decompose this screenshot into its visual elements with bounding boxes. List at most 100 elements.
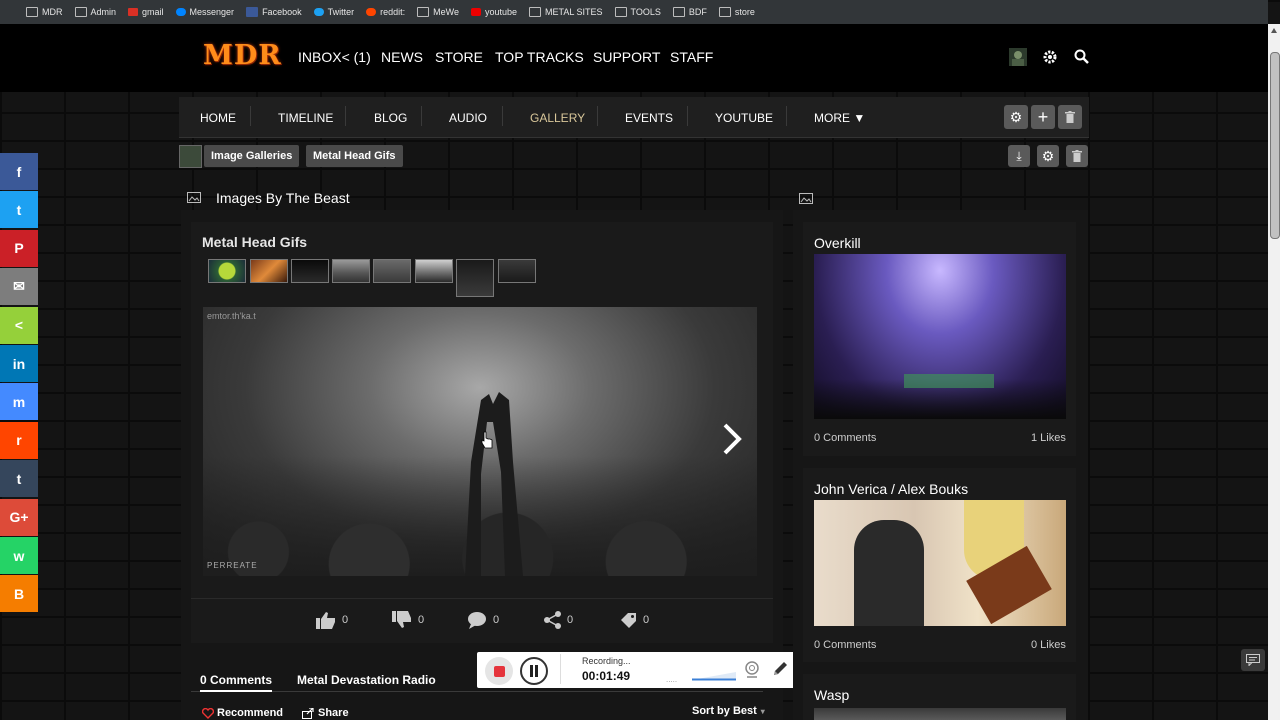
share-blogger-button[interactable]: B <box>0 575 38 613</box>
card-image[interactable] <box>814 708 1066 720</box>
reddit-icon <box>366 8 377 16</box>
subnav-home[interactable]: HOME <box>200 111 236 125</box>
bookmark-gmail[interactable]: gmail <box>128 7 164 17</box>
share-whatsapp-button[interactable]: w <box>0 537 38 574</box>
tumblr-icon: t <box>16 470 22 487</box>
share-linkedin-button[interactable]: in <box>0 345 38 382</box>
chat-button[interactable] <box>1241 649 1265 671</box>
comment-button[interactable]: 0 <box>467 611 499 629</box>
bookmark-admin[interactable]: Admin <box>74 7 116 17</box>
gallery-thumbnail[interactable] <box>498 259 536 283</box>
volume-slider[interactable] <box>692 668 736 681</box>
nav-inbox[interactable]: INBOX< (1) <box>298 49 371 65</box>
nav-news[interactable]: NEWS <box>381 49 423 65</box>
subnav-blog[interactable]: BLOG <box>374 111 407 125</box>
dislike-button[interactable]: 0 <box>392 611 424 629</box>
tag-button[interactable]: 0 <box>619 611 649 629</box>
facebook-icon <box>246 7 259 17</box>
recommend-button[interactable]: Recommend <box>202 707 283 719</box>
share-email-button[interactable]: ✉ <box>0 268 38 306</box>
gallery-owner-avatar[interactable] <box>179 145 202 168</box>
scrollbar-thumb[interactable] <box>1270 52 1280 239</box>
nav-add-button[interactable]: + <box>1031 105 1055 129</box>
nav-support[interactable]: SUPPORT <box>593 49 660 65</box>
subnav-events[interactable]: EVENTS <box>625 111 673 125</box>
card-image[interactable] <box>814 500 1066 626</box>
pause-recording-button[interactable] <box>520 657 548 685</box>
bookmark-youtube[interactable]: youtube <box>470 7 517 17</box>
gallery-thumbnail[interactable] <box>415 259 453 283</box>
twitter-icon: t <box>16 201 22 218</box>
gallery-thumbnail[interactable] <box>250 259 288 283</box>
share-facebook-button[interactable]: f <box>0 153 38 190</box>
share-twitter-button[interactable]: t <box>0 191 38 229</box>
card-title[interactable]: Overkill <box>814 235 861 251</box>
share-reddit-button[interactable]: r <box>0 421 38 459</box>
card-image[interactable] <box>814 254 1066 419</box>
nav-staff[interactable]: STAFF <box>670 49 713 65</box>
folder-icon <box>614 7 627 17</box>
share-tumblr-button[interactable]: t <box>0 460 38 498</box>
tab-comments[interactable]: 0 Comments <box>200 673 272 687</box>
subnav-timeline[interactable]: TIMELINE <box>278 111 333 125</box>
gallery-delete-button[interactable] <box>1066 145 1088 167</box>
nav-settings-button[interactable]: ⚙ <box>1004 105 1028 129</box>
card-title[interactable]: John Verica / Alex Bouks <box>814 481 968 497</box>
download-button[interactable]: ⤓ <box>1008 145 1030 167</box>
tab-community[interactable]: Metal Devastation Radio <box>297 673 436 687</box>
share-sharethis-button[interactable]: < <box>0 306 38 344</box>
share-messenger-button[interactable]: m <box>0 383 38 421</box>
sharethis-icon: < <box>14 317 24 334</box>
breadcrumb-metal-head-gifs[interactable]: Metal Head Gifs <box>306 145 403 167</box>
subnav-youtube[interactable]: YOUTUBE <box>715 111 773 125</box>
card-title[interactable]: Wasp <box>814 687 849 703</box>
subnav-more[interactable]: MORE ▼ <box>814 111 865 125</box>
subnav-gallery[interactable]: GALLERY <box>530 111 585 125</box>
settings-gear-button[interactable] <box>1041 48 1059 66</box>
gallery-thumbnail[interactable] <box>208 259 246 283</box>
gear-icon: ⚙ <box>1041 147 1055 164</box>
annotate-pen-button[interactable] <box>771 660 789 678</box>
share-count-button[interactable]: 0 <box>543 611 573 629</box>
gallery-thumbnail-selected[interactable] <box>456 259 494 297</box>
sort-dropdown[interactable]: Sort by Best ▾ <box>692 705 765 717</box>
webcam-button[interactable] <box>743 660 761 678</box>
search-button[interactable] <box>1073 48 1091 66</box>
bookmark-reddit[interactable]: reddit: <box>366 7 405 17</box>
bookmark-bdf[interactable]: BDF <box>672 7 707 17</box>
breadcrumb-image-galleries[interactable]: Image Galleries <box>204 145 300 167</box>
chevron-down-icon: ▾ <box>760 706 765 716</box>
bookmark-metal-sites[interactable]: METAL SITES <box>529 7 603 17</box>
gallery-thumbnail[interactable] <box>291 259 329 283</box>
panel-title: Images By The Beast <box>216 190 350 206</box>
bookmark-mdr[interactable]: MDR <box>26 7 63 17</box>
nav-top-tracks[interactable]: TOP TRACKS <box>495 49 584 65</box>
comment-bubble-icon <box>468 612 486 629</box>
googleplus-icon: G+ <box>9 509 29 526</box>
subnav-audio[interactable]: AUDIO <box>449 111 487 125</box>
bookmark-facebook[interactable]: Facebook <box>246 7 302 17</box>
like-button[interactable]: 0 <box>316 611 348 629</box>
bookmark-tools[interactable]: TOOLS <box>614 7 661 17</box>
bookmark-messenger[interactable]: Messenger <box>175 7 234 17</box>
page-scrollbar[interactable] <box>1268 24 1280 720</box>
bookmark-store[interactable]: store <box>718 7 755 17</box>
image-viewer[interactable]: emtor.th'ka.t PERREATE <box>203 307 757 576</box>
share-thread-button[interactable]: Share <box>302 707 349 719</box>
raised-hands-silhouette <box>465 392 523 576</box>
share-pinterest-button[interactable]: P <box>0 229 38 267</box>
bookmark-mewe[interactable]: MeWe <box>417 7 459 17</box>
share-googleplus-button[interactable]: G+ <box>0 498 38 536</box>
scroll-up-icon[interactable] <box>1271 28 1277 33</box>
bookmark-twitter[interactable]: Twitter <box>313 7 354 17</box>
nav-delete-button[interactable] <box>1058 105 1082 129</box>
next-arrow-icon[interactable] <box>721 421 743 457</box>
nav-store[interactable]: STORE <box>435 49 483 65</box>
site-logo[interactable]: MDR <box>203 40 282 71</box>
user-avatar[interactable] <box>1009 48 1027 66</box>
gallery-thumbnail[interactable] <box>373 259 411 283</box>
stop-recording-button[interactable] <box>485 657 513 685</box>
heart-icon <box>202 707 214 719</box>
gallery-thumbnail[interactable] <box>332 259 370 283</box>
gallery-settings-button[interactable]: ⚙ <box>1037 145 1059 167</box>
